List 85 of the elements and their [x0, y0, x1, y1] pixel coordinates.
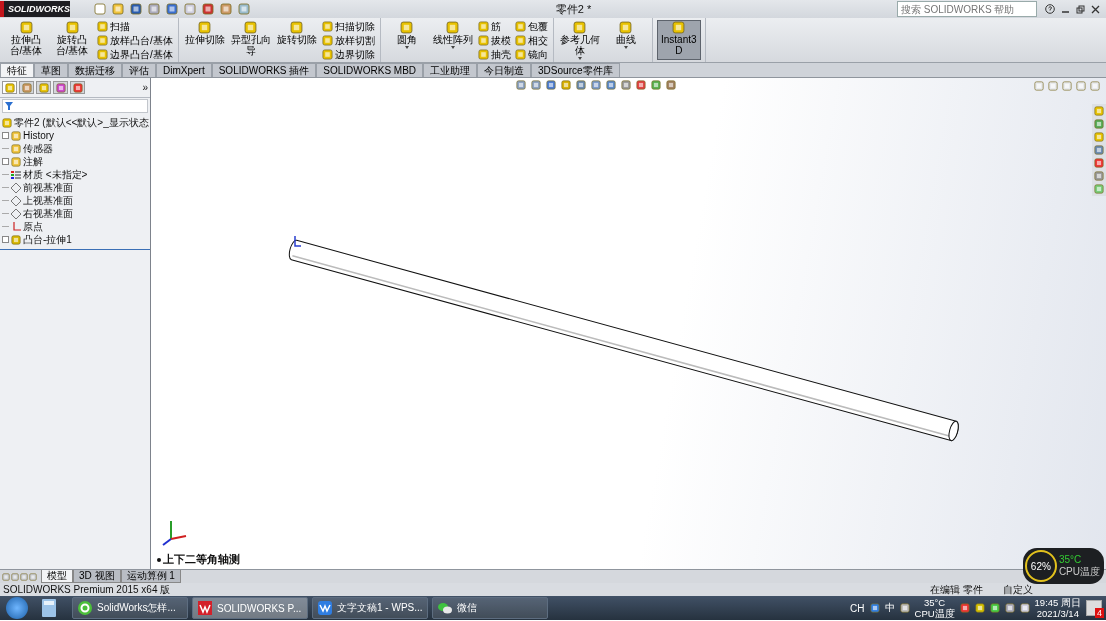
ribbon-button[interactable]: 放样切割	[320, 34, 376, 47]
origin-icon	[11, 221, 21, 232]
expand-icon[interactable]	[2, 132, 9, 139]
taskbar-button[interactable]: SOLIDWORKS P...	[192, 597, 308, 619]
product-version: SOLIDWORKS Premium 2015 x64 版	[3, 582, 171, 597]
ribbon-button[interactable]: 镜向	[513, 48, 549, 61]
cpu-temperature: 35°C CPU温度	[914, 597, 955, 619]
ribbon-button[interactable]: 旋转凸台/基体	[50, 20, 94, 60]
filter-field[interactable]	[2, 99, 148, 113]
ribbon-button[interactable]: 参考几何体	[557, 20, 602, 60]
command-tab[interactable]: SOLIDWORKS 插件	[211, 63, 317, 77]
ribbon-button[interactable]: 筋	[476, 20, 512, 33]
tree-item[interactable]: 注解	[2, 155, 148, 168]
ribbon-button[interactable]: 异型孔向导	[228, 20, 273, 60]
language-indicator[interactable]: CH	[850, 602, 865, 614]
command-tab[interactable]: 数据迁移	[68, 63, 122, 77]
tree-item[interactable]: 原点	[2, 220, 148, 233]
command-tab[interactable]: SOLIDWORKS MBD	[316, 63, 424, 77]
origin-axes-icon	[294, 235, 302, 247]
start-button[interactable]	[6, 597, 28, 619]
cpu-usage: 62%	[1024, 550, 1057, 582]
ribbon-button[interactable]: Instant3D	[656, 20, 701, 60]
solidworks-app-icon	[197, 600, 213, 616]
ribbon-button[interactable]: 曲线	[603, 20, 648, 60]
taskbar-button[interactable]: 微信	[432, 597, 548, 619]
taskbar-button[interactable]: SolidWorks怎样...	[72, 597, 188, 619]
calculator-icon[interactable]	[42, 599, 56, 617]
browser-icon	[77, 600, 93, 616]
tree-item[interactable]: 右视基准面	[2, 207, 148, 220]
ribbon-button[interactable]: 放样凸台/基体	[96, 34, 174, 47]
clock[interactable]: 19:45 周日 2021/3/14	[1034, 597, 1081, 619]
command-tab[interactable]: 特征	[0, 63, 34, 77]
help-icon[interactable]	[1045, 4, 1055, 14]
expand-panel-toggle[interactable]: »	[142, 82, 148, 93]
tree-item[interactable]: 材质 <未指定>	[2, 168, 148, 181]
command-tab[interactable]: 评估	[122, 63, 156, 77]
command-tab[interactable]: DimXpert	[156, 63, 212, 77]
plane-icon	[11, 195, 21, 206]
tree-item[interactable]: 传感器	[2, 142, 148, 155]
axis-triad-icon	[162, 520, 187, 546]
model-tab[interactable]: 模型	[41, 570, 73, 583]
plane-icon	[11, 182, 21, 193]
units-selector[interactable]: 自定义	[1003, 582, 1033, 597]
ribbon-button[interactable]: 拔模	[476, 34, 512, 47]
action-center-icon[interactable]: 4	[1086, 600, 1102, 616]
tree-item[interactable]: 凸台-拉伸1	[2, 233, 148, 246]
chat-app-icon	[437, 600, 453, 616]
ribbon-button[interactable]: 线性阵列	[430, 20, 475, 60]
document-app-icon	[317, 600, 333, 616]
cpu-label: CPU温度	[1058, 566, 1100, 578]
ribbon-button[interactable]: 旋转切除	[274, 20, 319, 60]
tree-item[interactable]: History	[2, 129, 148, 142]
window-title: 零件2 *	[554, 1, 593, 17]
command-tab[interactable]: 3DSource零件库	[531, 63, 620, 77]
edit-mode: 在编辑 零件	[930, 582, 983, 597]
expand-icon[interactable]	[2, 158, 9, 165]
tree-item[interactable]: 上视基准面	[2, 194, 148, 207]
search-field[interactable]: 搜索 SOLIDWORKS 帮助	[897, 1, 1037, 17]
cpu-temperature: 35°C	[1058, 554, 1083, 566]
model-tab[interactable]: 运动算例 1	[120, 570, 181, 583]
ribbon-button[interactable]: 扫描切除	[320, 20, 376, 33]
command-tab[interactable]: 工业助理	[423, 63, 478, 77]
ribbon-button[interactable]: 拉伸切除	[182, 20, 227, 60]
filter-icon	[5, 102, 13, 110]
ribbon-button[interactable]: 包覆	[513, 20, 549, 33]
ribbon-button[interactable]: 相交	[513, 34, 549, 47]
tree-item[interactable]: 前视基准面	[2, 181, 148, 194]
material-icon	[11, 169, 21, 180]
model-tab[interactable]: 3D 视图	[73, 570, 121, 583]
ribbon-button[interactable]: 边界切除	[320, 48, 376, 61]
ime-mode[interactable]: 中	[884, 601, 895, 615]
notification-count: 4	[1095, 608, 1104, 618]
app-logo: SOLIDWORKS	[0, 1, 70, 17]
expand-icon[interactable]	[2, 236, 9, 243]
ribbon-button[interactable]: 圆角	[384, 20, 429, 60]
ribbon-button[interactable]: 扫描	[96, 20, 174, 33]
ribbon-button[interactable]: 拉伸凸台/基体	[4, 20, 48, 60]
taskbar-button[interactable]: 文字文稿1 - WPS...	[312, 597, 428, 619]
view-orientation-label: 上下二等角轴测	[157, 552, 240, 567]
plane-icon	[11, 208, 21, 219]
ribbon-button[interactable]: 抽壳	[476, 48, 512, 61]
command-tab[interactable]: 草图	[34, 63, 68, 77]
ribbon-button[interactable]: 边界凸台/基体	[96, 48, 174, 61]
command-tab[interactable]: 今日制造	[477, 63, 532, 77]
tree-root[interactable]: 零件2 (默认<<默认>_显示状态	[2, 116, 148, 129]
